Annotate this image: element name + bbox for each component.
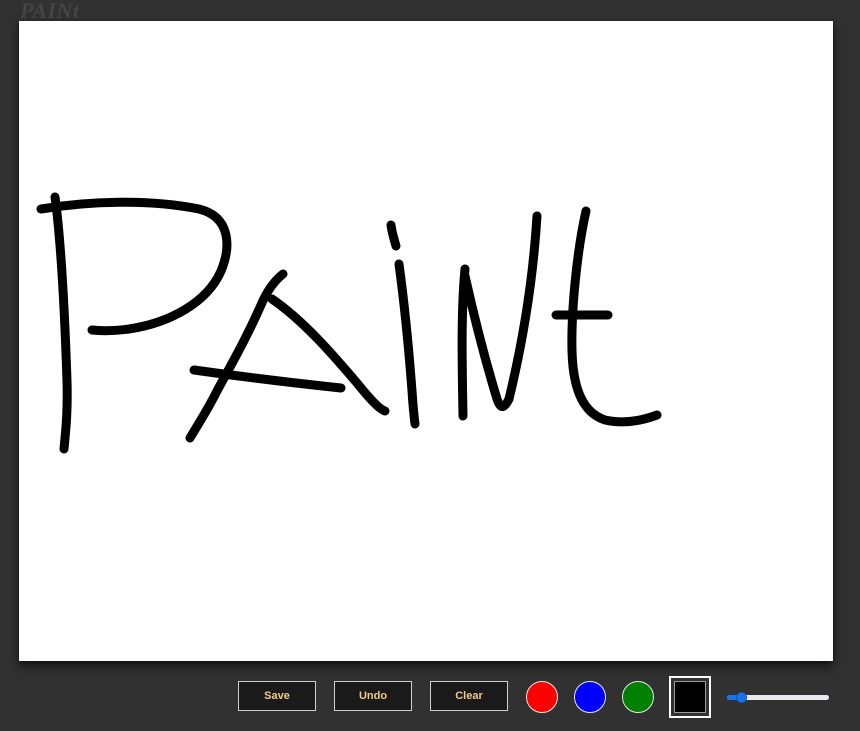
toolbar: Save Undo Clear [0, 661, 860, 731]
undo-button[interactable]: Undo [334, 681, 412, 711]
clear-button[interactable]: Clear [430, 681, 508, 711]
stroke-p-bowl [36, 197, 232, 336]
color-swatch-blue[interactable] [574, 681, 606, 713]
brush-size-slider[interactable] [727, 692, 829, 704]
stroke-n-diagonal [460, 271, 514, 411]
paint-app: PAINt Save Undo Clear [0, 0, 860, 731]
stroke-i-stem [394, 259, 420, 429]
drawing-strokes [36, 192, 662, 454]
stroke-a-right [267, 294, 390, 416]
color-swatch-red[interactable] [526, 681, 558, 713]
stroke-i-dot [386, 220, 401, 251]
stroke-p-stem [50, 192, 72, 454]
active-color-preview [674, 681, 706, 713]
drawing-canvas[interactable] [19, 21, 833, 661]
slider-thumb[interactable] [736, 692, 747, 703]
save-button[interactable]: Save [238, 681, 316, 711]
color-swatch-black-selected[interactable] [669, 676, 711, 718]
stroke-n-right [504, 211, 542, 404]
color-swatch-green[interactable] [622, 681, 654, 713]
